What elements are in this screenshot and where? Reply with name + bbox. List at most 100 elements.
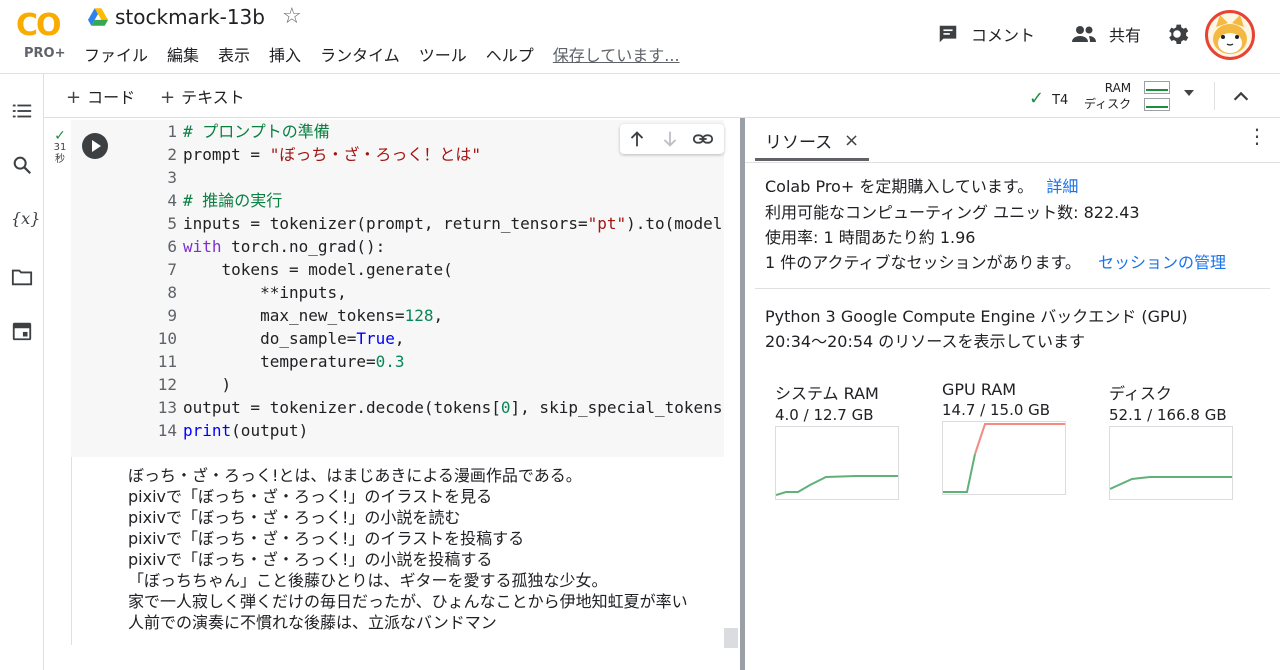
code-line[interactable]: 7 tokens = model.generate( [147, 258, 723, 281]
code-line[interactable]: 3 [147, 166, 723, 189]
ram-label: RAM [1104, 81, 1132, 95]
more-options-icon[interactable]: ⋮ [1247, 124, 1268, 148]
output-line: 人前での演奏に不慣れな後藤は、立派なバンドマン [128, 613, 497, 632]
variables-icon[interactable]: {x} [11, 208, 40, 230]
ram-meter [1144, 81, 1170, 94]
menu-runtime[interactable]: ランタイム [320, 42, 400, 66]
add-code-label: コード [87, 88, 136, 107]
menu-help[interactable]: ヘルプ [486, 42, 534, 66]
menu-insert[interactable]: 挿入 [269, 42, 301, 66]
backend-text: Python 3 Google Compute Engine バックエンド (G… [765, 307, 1188, 326]
runtime-label: T4 [1052, 93, 1069, 108]
add-text-label: テキスト [181, 88, 245, 107]
code-token: 128 [404, 306, 434, 325]
code-token: print [183, 421, 232, 440]
line-number: 1 [167, 122, 177, 141]
code-line[interactable]: 6 with torch.no_grad(): [147, 235, 723, 258]
output-scrollbar[interactable] [724, 628, 738, 648]
gauge-disk: ディスク 52.1 / 166.8 GB [1109, 380, 1269, 500]
code-line[interactable]: 5 inputs = tokenizer(prompt, return_tenso… [147, 212, 723, 235]
notebook-toolbar: + コード + テキスト ✓ T4 RAM ディスク [44, 74, 1280, 118]
usage-line [1110, 476, 1232, 490]
share-button[interactable]: 共有 [1071, 22, 1141, 46]
run-cell-button[interactable] [82, 133, 108, 159]
code-token: tokens = model.generate( [183, 260, 453, 279]
menu-tools[interactable]: ツール [419, 42, 467, 66]
comment-button[interactable]: コメント [937, 22, 1035, 46]
chevron-down-icon[interactable] [1184, 90, 1194, 96]
code-cell[interactable]: 1 # プロンプトの準備 2 prompt = "ぼっち・ざ・ろっく！とは" 3 4 # 推… [71, 120, 724, 457]
people-icon [1072, 26, 1096, 42]
line-number: 5 [167, 214, 177, 233]
cat-avatar-icon [1213, 15, 1247, 54]
line-number: 6 [167, 237, 177, 256]
notebook-area: ✓ 31 秒 1 # プロンプトの準備 2 prompt = "ぼっち・ざ・ろっく！と… [44, 118, 740, 670]
code-token: **inputs, [183, 283, 347, 302]
usage-line [776, 475, 898, 496]
resource-labels[interactable]: RAM ディスク [1084, 80, 1131, 112]
add-text-button[interactable]: + テキスト [160, 84, 245, 108]
manage-sessions-link[interactable]: セッションの管理 [1098, 253, 1226, 272]
code-line[interactable]: 11 temperature=0.3 [147, 350, 723, 373]
google-drive-icon[interactable] [88, 8, 108, 26]
disk-meter [1144, 98, 1170, 111]
code-token: output = tokenizer.decode(tokens[ [183, 398, 501, 417]
colab-logo[interactable]: CO PRO+ [14, 8, 70, 64]
menu-edit[interactable]: 編集 [167, 42, 199, 66]
code-line[interactable]: 14 print(output) [147, 419, 723, 442]
table-of-contents-icon[interactable] [11, 100, 33, 122]
output-line: 家で一人寂しく弾くだけの毎日だったが、ひょんなことから伊地知虹夏が率い [128, 592, 688, 611]
resource-mini-meters[interactable] [1144, 81, 1170, 115]
code-token: # プロンプトの準備 [183, 122, 330, 141]
usage-chart [942, 421, 1066, 495]
menu-file[interactable]: ファイル [84, 42, 148, 66]
line-number: 7 [167, 260, 177, 279]
search-icon[interactable] [11, 154, 33, 176]
code-line[interactable]: 10 do_sample=True, [147, 327, 723, 350]
code-line[interactable]: 9 max_new_tokens=128, [147, 304, 723, 327]
code-line[interactable]: 8 **inputs, [147, 281, 723, 304]
resources-panel: リソース × ⋮ Colab Pro+ を定期購入しています。 詳細 利用可能な… [745, 118, 1280, 670]
save-status[interactable]: 保存しています... [553, 42, 680, 66]
code-line[interactable]: 13 output = tokenizer.decode(tokens[0], s… [147, 396, 723, 419]
comment-label: コメント [971, 26, 1036, 45]
user-avatar[interactable] [1205, 10, 1255, 60]
usage-chart [775, 426, 899, 500]
star-icon[interactable]: ☆ [282, 4, 302, 29]
folder-icon[interactable] [11, 266, 33, 288]
add-code-button[interactable]: + コード [66, 84, 135, 108]
code-token: (output) [231, 421, 309, 440]
code-editor[interactable]: 1 # プロンプトの準備 2 prompt = "ぼっち・ざ・ろっく！とは" 3 4 # 推… [147, 120, 723, 457]
close-icon[interactable]: × [844, 130, 859, 151]
link-icon[interactable] [692, 128, 714, 150]
gauge-system-ram: システム RAM 4.0 / 12.7 GB [775, 380, 935, 500]
notebook-title[interactable]: stockmark-13b [115, 5, 265, 29]
code-token: ], skip_special_tokens [510, 398, 723, 417]
exec-time-unit: 秒 [55, 154, 65, 165]
code-token: with [183, 237, 222, 256]
tab-underline [755, 158, 869, 161]
chevron-up-icon[interactable] [1230, 86, 1252, 108]
runtime-status[interactable]: ✓ T4 [1029, 88, 1068, 109]
disk-label: ディスク [1084, 97, 1132, 111]
code-token: prompt = [183, 145, 270, 164]
execution-status: ✓ 31 秒 [49, 129, 71, 166]
arrow-up-icon[interactable] [626, 128, 648, 150]
code-token: # 推論の実行 [183, 191, 283, 210]
comment-icon [939, 25, 957, 43]
output-line: pixivで「ぼっち・ざ・ろっく!」のイラストを投稿する [128, 529, 525, 548]
details-link[interactable]: 詳細 [1046, 177, 1078, 196]
code-line[interactable]: 4 # 推論の実行 [147, 189, 723, 212]
line-number: 9 [167, 306, 177, 325]
tab-resources[interactable]: リソース [765, 128, 832, 153]
arrow-down-icon[interactable] [659, 128, 681, 150]
subscription-text: Colab Pro+ を定期購入しています。 [765, 177, 1034, 196]
code-token: ).to(model [626, 214, 723, 233]
gear-icon[interactable] [1164, 21, 1190, 47]
sessions-line: 1 件のアクティブなセッションがあります。 セッションの管理 [765, 249, 1226, 273]
code-line[interactable]: 12 ) [147, 373, 723, 396]
line-number: 11 [157, 352, 177, 371]
calendar-icon[interactable] [11, 320, 33, 342]
line-number: 4 [167, 191, 177, 210]
menu-view[interactable]: 表示 [218, 42, 250, 66]
